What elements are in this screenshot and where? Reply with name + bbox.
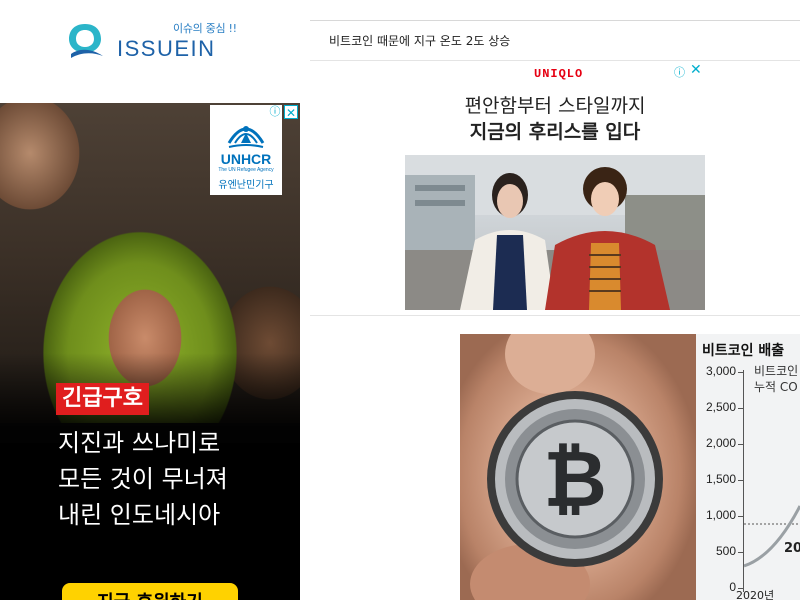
uniqlo-brand: UNIQLO: [534, 67, 584, 81]
value-label: 20: [784, 541, 800, 556]
ad-headline-line: 내린 인도네시아: [58, 501, 221, 529]
ad-close-icon[interactable]: ✕: [690, 62, 702, 78]
y-tick-label: 2,500: [705, 400, 736, 414]
ad-close-icon[interactable]: ✕: [284, 105, 298, 120]
article-title[interactable]: 비트코인 때문에 지구 온도 2도 상승: [329, 32, 510, 49]
unhcr-subtitle: The UN Refugee Agency: [218, 167, 274, 173]
ad-headline-line: 모든 것이 무너져: [58, 465, 228, 493]
uniqlo-headline-2: 지금의 후리스를 입다: [469, 121, 641, 143]
ad-headline: 지진과 쓰나미로 모든 것이 무너져 내린 인도네시아: [58, 425, 228, 533]
unhcr-name: UNHCR: [220, 151, 272, 167]
logo-tagline: 이슈의 중심 !!: [173, 22, 237, 35]
bitcoin-icon: ₿: [470, 334, 663, 600]
y-tick-label: 3,000: [705, 364, 736, 378]
coin-photo: ₿: [460, 334, 700, 600]
graphic-subtitle: 비트코인: [754, 364, 799, 378]
y-tick-label: 1,500: [705, 472, 736, 486]
y-tick-label: 1,000: [705, 508, 736, 522]
issuein-logo-icon: [69, 24, 103, 58]
x-label: 2020년: [736, 589, 775, 600]
uniqlo-ad[interactable]: UNIQLO ⓘ ✕ 편안함부터 스타일까지 지금의 후리스를 입다: [310, 62, 800, 316]
article-image[interactable]: ₿ 비트코인 배출 비트코인 누적 CO 3,000 2,500 2,000 1…: [460, 334, 800, 600]
page: 이슈의 중심 !! ISSUEIN UNHCR The UN Refugee A…: [0, 0, 800, 600]
unhcr-korean-name: 유엔난민기구: [218, 180, 274, 191]
logo-wordmark: ISSUEIN: [117, 36, 216, 61]
models-illustration: [405, 155, 705, 310]
trend-line: [744, 505, 800, 568]
svg-text:₿: ₿: [543, 435, 607, 525]
site-logo[interactable]: 이슈의 중심 !! ISSUEIN: [65, 16, 240, 64]
unhcr-emblem-icon: [227, 126, 265, 148]
y-tick-label: 0: [729, 580, 736, 594]
unhcr-ad[interactable]: UNHCR The UN Refugee Agency 유엔난민기구 ⓘ ✕ 긴…: [0, 103, 300, 600]
ad-info-icon[interactable]: ⓘ: [674, 64, 685, 80]
uniqlo-headline-1: 편안함부터 스타일까지: [464, 95, 646, 117]
donate-button[interactable]: 지금 후원하기: [62, 583, 238, 600]
emissions-graphic: 비트코인 배출 비트코인 누적 CO 3,000 2,500 2,000 1,5…: [696, 334, 800, 600]
ad-headline-line: 지진과 쓰나미로: [58, 429, 221, 457]
uniqlo-photo: [405, 155, 705, 310]
graphic-subtitle: 누적 CO: [754, 380, 798, 394]
article-title-bar: 비트코인 때문에 지구 온도 2도 상승: [310, 20, 800, 61]
urgent-tag: 긴급구호: [56, 383, 149, 415]
y-tick-label: 2,000: [705, 436, 736, 450]
y-tick-label: 500: [715, 544, 736, 558]
graphic-title: 비트코인 배출: [702, 343, 785, 359]
ad-info-icon[interactable]: ⓘ: [268, 105, 282, 119]
